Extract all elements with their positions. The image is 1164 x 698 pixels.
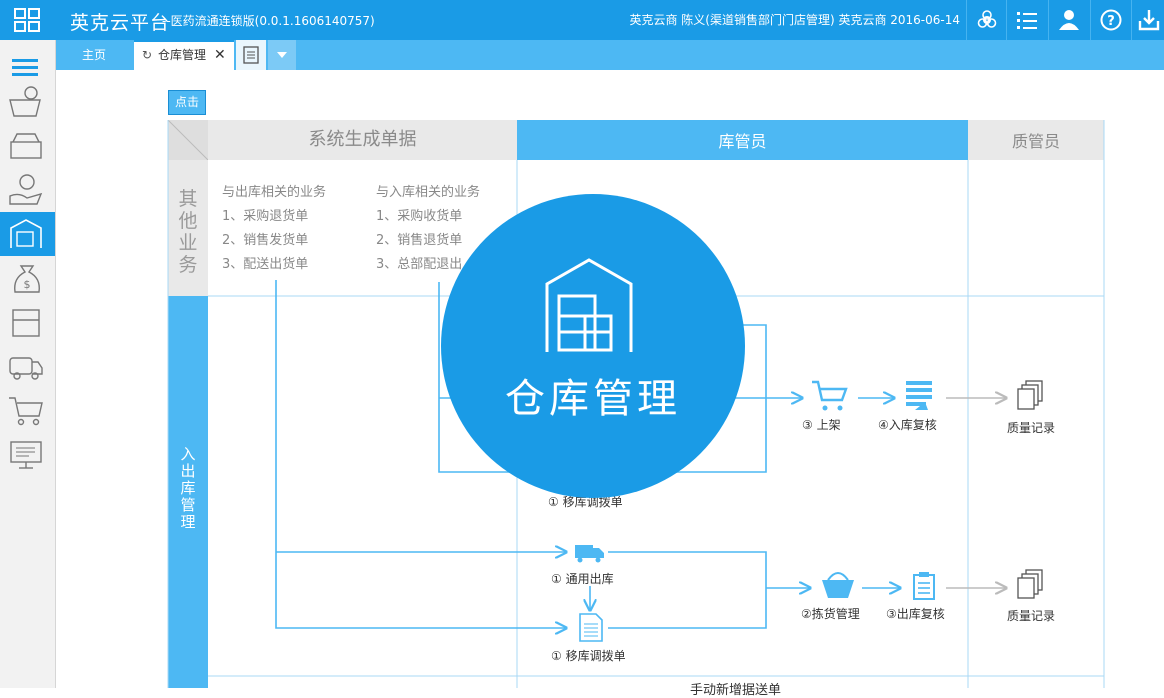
transfer-doc-icon — [579, 613, 603, 642]
in-business-item-3: 3、总部配退出 — [376, 257, 463, 272]
label-outbound-recheck: ③出库复核 — [886, 607, 945, 621]
label-general-out: ① 通用出库 — [551, 572, 614, 586]
overlay-title: 仓库管理 — [505, 376, 681, 422]
label-outbound-transfer: ① 移库调拨单 — [551, 649, 626, 663]
in-business-item-1: 1、采购收货单 — [376, 209, 463, 224]
out-business-item-3: 3、配送出货单 — [222, 257, 309, 272]
label-pick: ②拣货管理 — [801, 607, 860, 621]
quality-record-out-icon — [1017, 569, 1043, 599]
label-quality-out: 质量记录 — [1007, 609, 1056, 623]
in-business-title: 与入库相关的业务 — [376, 185, 481, 200]
warehouse-icon-large — [545, 258, 633, 352]
out-business-title: 与出库相关的业务 — [222, 185, 327, 200]
in-business-item-2: 2、销售退货单 — [376, 233, 463, 248]
quality-record-icon — [1017, 380, 1043, 410]
label-quality-in: 质量记录 — [1007, 421, 1056, 435]
out-business-item-1: 1、采购退货单 — [222, 209, 309, 224]
inbound-recheck-icon — [906, 381, 932, 410]
label-manual-delivery: 手动新增据送单 — [690, 683, 782, 698]
outbound-recheck-icon — [913, 572, 935, 600]
label-inbound-recheck: ④入库复核 — [878, 418, 937, 432]
label-shelve: ③ 上架 — [802, 418, 841, 432]
general-out-truck-icon — [575, 545, 604, 563]
out-business-item-2: 2、销售发货单 — [222, 233, 309, 248]
shelve-cart-icon — [812, 380, 848, 411]
warehouse-overlay-circle[interactable]: 仓库管理 — [441, 194, 745, 498]
pick-basket-icon — [822, 572, 854, 598]
